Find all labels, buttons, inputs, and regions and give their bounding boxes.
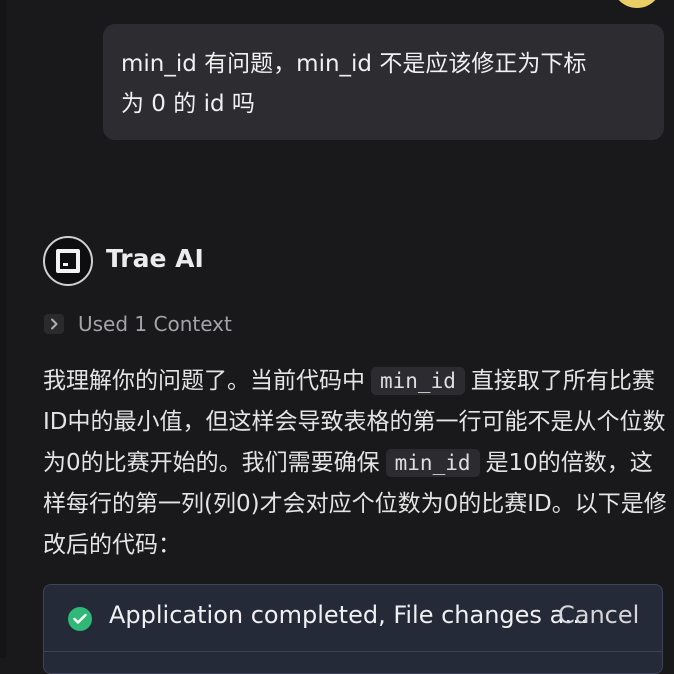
status-text: Application completed, File changes appl… xyxy=(109,601,597,629)
user-message-line-1: min_id 有问题，min_id 不是应该修正为下标 xyxy=(121,51,587,77)
status-card-divider xyxy=(44,651,662,652)
user-message-bubble: min_id 有问题，min_id 不是应该修正为下标 为 0 的 id 吗 xyxy=(103,24,664,140)
used-context-label: Used 1 Context xyxy=(78,312,232,336)
user-message-line-2: 为 0 的 id 吗 xyxy=(121,91,255,117)
user-avatar[interactable] xyxy=(612,0,662,8)
used-context-toggle[interactable]: Used 1 Context xyxy=(44,310,232,338)
trae-logo-icon xyxy=(56,249,80,273)
assistant-name: Trae AI xyxy=(106,244,204,273)
left-edge-divider xyxy=(0,0,6,658)
check-circle-icon xyxy=(68,607,92,631)
cancel-button[interactable]: Cancel xyxy=(558,601,639,629)
assistant-message: 我理解你的问题了。当前代码中 min_id 直接取了所有比赛ID中的最小值，但这样会… xyxy=(43,361,670,566)
inline-code-min-id: min_id xyxy=(371,367,465,395)
message-text-1: 我理解你的问题了。当前代码中 xyxy=(43,368,365,394)
inline-code-min-id-2: min_id xyxy=(385,449,480,477)
chevron-right-icon xyxy=(44,314,64,334)
status-card-header: Application completed, File changes appl… xyxy=(44,585,662,651)
trae-ai-avatar xyxy=(43,236,93,286)
application-status-card: Application completed, File changes appl… xyxy=(43,584,663,674)
